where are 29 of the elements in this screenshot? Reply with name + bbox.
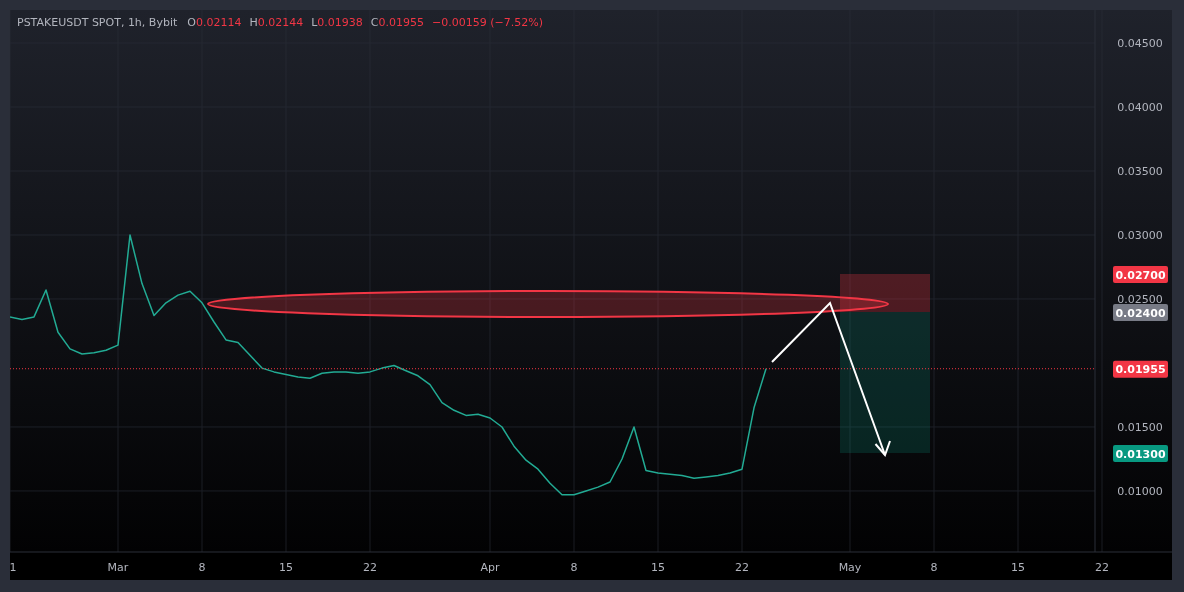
time-axis-label: 15 bbox=[1011, 561, 1025, 574]
time-axis-label: Mar bbox=[107, 561, 129, 574]
price-axis-label: 0.02500 bbox=[1117, 293, 1163, 306]
time-axis-label: 22 bbox=[1095, 561, 1109, 574]
price-badge: 0.02700 bbox=[1113, 266, 1168, 283]
price-axis-label: 0.04000 bbox=[1117, 101, 1163, 114]
time-axis-label: Apr bbox=[480, 561, 500, 574]
time-axis-label: 8 bbox=[570, 561, 578, 574]
ohlc-value: H0.02144 bbox=[249, 16, 304, 29]
ohlc-value: C0.01955 bbox=[370, 16, 425, 29]
time-axis-label: 8 bbox=[198, 561, 206, 574]
price-badge: 0.02400 bbox=[1113, 304, 1168, 321]
ohlc-value: O0.02114 bbox=[187, 16, 242, 29]
symbol-title: PSTAKEUSDT SPOT, 1h, Bybit bbox=[17, 16, 178, 29]
time-axis-label: 8 bbox=[930, 561, 938, 574]
price-axis-label: 0.01000 bbox=[1117, 484, 1163, 498]
price-axis-label: 0.03500 bbox=[1117, 165, 1163, 178]
price-axis-label: 0.04500 bbox=[1117, 37, 1163, 50]
time-axis-label: May bbox=[838, 561, 862, 574]
price-change: −0.00159 (−7.52%) bbox=[432, 16, 543, 29]
ohlc-value: L0.01938 bbox=[311, 16, 363, 29]
price-badge: 0.01300 bbox=[1113, 445, 1168, 462]
time-axis-label: 22 bbox=[735, 561, 749, 574]
time-axis-label: 22 bbox=[363, 561, 377, 574]
time-axis-label: 1 bbox=[9, 561, 17, 574]
price-axis-label: 0.03000 bbox=[1117, 229, 1163, 242]
price-axis-label: 0.01500 bbox=[1117, 420, 1163, 434]
time-axis-label: 15 bbox=[651, 561, 665, 574]
time-axis-label: 15 bbox=[279, 561, 293, 574]
